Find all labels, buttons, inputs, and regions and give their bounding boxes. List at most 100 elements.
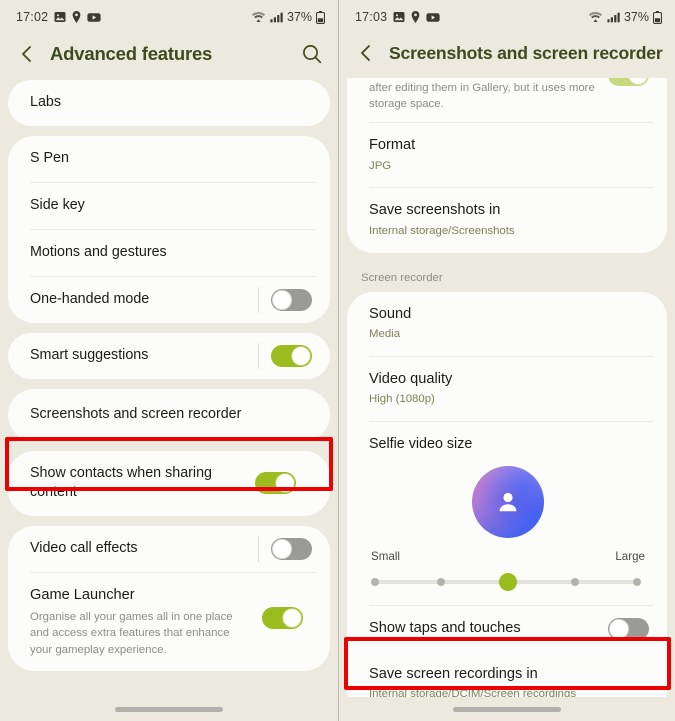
row-texts: Format JPG — [369, 123, 649, 187]
status-bar-left: 17:02 — [16, 10, 101, 24]
toggle-wrap — [248, 343, 312, 369]
row-smart-suggestions[interactable]: Smart suggestions — [8, 333, 330, 379]
row-texts: Side key — [30, 183, 312, 228]
section-header-screen-recorder: Screen recorder — [361, 271, 443, 284]
right-settings-list[interactable]: after editing them in Gallery, but it us… — [339, 78, 675, 716]
row-s-pen[interactable]: S Pen — [8, 136, 330, 182]
left-settings-list[interactable]: Labs S Pen Side key Motions and gestures… — [0, 80, 338, 671]
row-save-screenshots-in[interactable]: Save screenshots in Internal storage/Scr… — [347, 188, 667, 252]
settings-card-screenshot-options: after editing them in Gallery, but it us… — [347, 78, 667, 253]
toggle-show-taps-and-touches[interactable] — [608, 617, 649, 640]
home-indicator[interactable] — [453, 706, 561, 712]
toggle-clipped-row[interactable] — [608, 78, 649, 86]
selfie-size-slider[interactable] — [371, 569, 645, 595]
row-subtitle: Internal storage/Screenshots — [369, 225, 515, 238]
dual-screenshot-stage: 17:02 37% Advanced features Labs S Pen S… — [0, 0, 675, 721]
slider-min-label: Small — [371, 549, 400, 563]
settings-card-smart-suggestions: Smart suggestions — [8, 333, 330, 379]
row-one-handed-mode[interactable]: One-handed mode — [8, 277, 330, 323]
wifi-icon — [588, 11, 603, 23]
row-side-key[interactable]: Side key — [8, 183, 330, 229]
row-title: Video call effects — [30, 539, 138, 556]
signal-icon — [270, 11, 283, 23]
toggle-knob — [272, 290, 292, 310]
slider-labels: Small Large — [369, 548, 647, 563]
row-texts: S Pen — [30, 136, 312, 181]
back-icon[interactable] — [16, 43, 38, 65]
row-texts: Show contacts when sharing content — [30, 451, 245, 516]
row-title: Video quality — [369, 370, 453, 387]
settings-card-show-contacts: Show contacts when sharing content — [8, 451, 330, 516]
toggle-knob — [282, 607, 302, 628]
row-game-launcher[interactable]: Game Launcher Organise all your games al… — [8, 573, 330, 671]
toggle-wrap — [252, 573, 303, 629]
status-bar-left: 17:03 — [355, 10, 440, 24]
row-format[interactable]: Format JPG — [347, 123, 667, 187]
person-icon — [499, 492, 517, 511]
page-title: Advanced features — [50, 43, 213, 64]
row-texts: Video quality High (1080p) — [369, 357, 649, 421]
toggle-wrap — [248, 535, 312, 562]
right-phone-panel: 17:03 37% Screenshots and screen recorde… — [338, 0, 675, 721]
row-sound[interactable]: Sound Media — [347, 292, 667, 356]
battery-percent-label: 37% — [286, 10, 312, 24]
toggle-wrap — [245, 472, 296, 495]
toggle-smart-suggestions[interactable] — [271, 345, 312, 367]
toggle-show-contacts[interactable] — [255, 472, 296, 495]
row-description: Organise all your games all in one place… — [30, 611, 233, 656]
status-bar-right: 37% — [251, 10, 325, 24]
toggle-game-launcher[interactable] — [262, 606, 303, 629]
slider-tick-5[interactable] — [633, 577, 641, 586]
row-title: Game Launcher — [30, 586, 135, 603]
row-labs[interactable]: Labs — [8, 80, 330, 126]
row-subtitle: High (1080p) — [369, 393, 435, 406]
row-video-call-effects[interactable]: Video call effects — [8, 526, 330, 572]
row-show-contacts-when-sharing-content[interactable]: Show contacts when sharing content — [8, 451, 330, 516]
row-title: Side key — [30, 197, 85, 214]
right-status-bar: 17:03 37% — [339, 0, 675, 34]
slider-tick-4[interactable] — [571, 577, 580, 586]
row-texts: Smart suggestions — [30, 333, 248, 378]
toggle-one-handed-mode[interactable] — [271, 289, 312, 311]
row-show-taps-and-touches[interactable]: Show taps and touches — [347, 606, 667, 652]
row-texts: Show taps and touches — [369, 606, 598, 652]
row-screenshots-and-screen-recorder[interactable]: Screenshots and screen recorder — [8, 389, 330, 441]
slider-tick-2[interactable] — [436, 577, 445, 586]
search-icon[interactable] — [300, 42, 324, 66]
home-indicator[interactable] — [115, 706, 223, 712]
avatar-preview-wrap — [369, 452, 647, 548]
row-texts: Sound Media — [369, 292, 649, 356]
row-clipped-description[interactable]: after editing them in Gallery, but it us… — [347, 78, 667, 122]
wifi-icon — [251, 11, 266, 23]
toggle-knob — [272, 538, 292, 559]
location-pin-icon — [411, 11, 420, 23]
slider-tick-1[interactable] — [371, 577, 379, 586]
row-texts: One-handed mode — [30, 277, 248, 322]
youtube-icon — [426, 12, 440, 23]
toggle-wrap — [248, 287, 312, 313]
row-description: after editing them in Gallery, but it us… — [369, 82, 595, 111]
battery-percent-label: 37% — [623, 10, 649, 24]
row-texts: Motions and gestures — [30, 230, 312, 275]
row-title: One-handed mode — [30, 291, 150, 308]
toggle-separator — [258, 287, 259, 313]
toggle-video-call-effects[interactable] — [271, 537, 312, 560]
row-subtitle: JPG — [369, 160, 392, 173]
settings-card-video-and-games: Video call effects Game Launcher Organis… — [8, 525, 330, 671]
back-icon[interactable] — [355, 42, 377, 64]
row-video-quality[interactable]: Video quality High (1080p) — [347, 357, 667, 421]
selfie-video-size-block: Selfie video size Small Large — [347, 422, 667, 605]
row-texts: Screenshots and screen recorder — [30, 392, 312, 437]
status-time: 17:02 — [16, 10, 49, 24]
settings-card-screenshots: Screenshots and screen recorder — [8, 389, 330, 441]
youtube-icon — [87, 12, 101, 23]
left-title-bar: Advanced features — [0, 34, 338, 80]
settings-card-screen-recorder: Sound Media Video quality High (1080p) S… — [347, 291, 667, 716]
slider-thumb[interactable] — [499, 572, 517, 591]
row-title: Labs — [30, 94, 62, 111]
row-subtitle: Media — [369, 328, 401, 341]
row-motions-and-gestures[interactable]: Motions and gestures — [8, 230, 330, 276]
toggle-knob — [275, 473, 295, 494]
status-time: 17:03 — [355, 10, 388, 24]
home-indicator-area — [0, 697, 338, 721]
